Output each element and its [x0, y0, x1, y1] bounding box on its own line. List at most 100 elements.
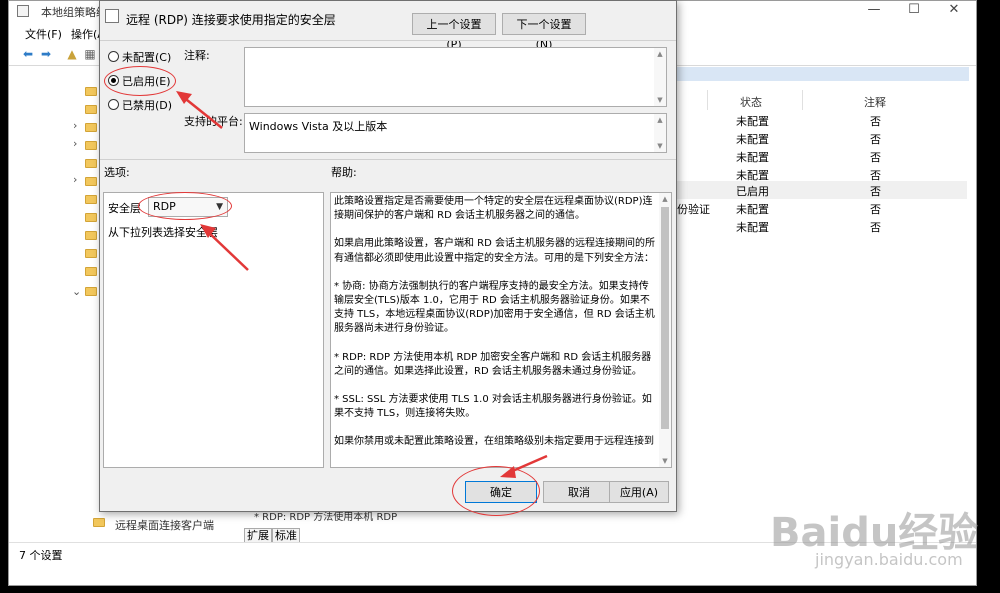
dialog-title: 远程 (RDP) 连接要求使用指定的安全层 [126, 13, 336, 27]
table-row[interactable]: 未配置 否 [677, 111, 967, 129]
help-label: 帮助: [331, 166, 357, 179]
scroll-down-icon[interactable]: ▼ [654, 94, 666, 106]
comment-scrollbar[interactable]: ▲ ▼ [654, 48, 666, 106]
previous-setting-button[interactable]: 上一个设置(P) [412, 13, 496, 51]
minimize-icon[interactable]: — [854, 1, 894, 21]
help-panel: 此策略设置指定是否需要使用一个特定的安全层在远程桌面协议(RDP)连接期间保护的… [330, 192, 672, 468]
chevron-down-icon: ▼ [216, 202, 223, 212]
apply-button[interactable]: 应用(A) [609, 481, 669, 503]
options-label: 选项: [104, 166, 130, 179]
radio-circle[interactable] [108, 99, 119, 110]
radio-circle[interactable] [108, 75, 119, 86]
table-row[interactable]: 未配置 否 [677, 217, 967, 235]
column-divider[interactable] [802, 90, 803, 110]
app-icon [17, 5, 29, 17]
cancel-button[interactable]: 取消 [543, 481, 615, 503]
row-name: 份验证 [677, 203, 710, 216]
title-divider [100, 40, 676, 41]
folder-icon[interactable] [85, 159, 97, 168]
scroll-down-icon[interactable]: ▼ [659, 455, 671, 467]
scroll-down-icon[interactable]: ▼ [654, 140, 666, 152]
folder-icon[interactable] [85, 123, 97, 132]
tree-item-remote-desktop-client[interactable]: 远程桌面连接客户端 [115, 517, 214, 533]
row-comment: 否 [870, 185, 881, 198]
back-arrow-icon[interactable]: ⬅ [21, 47, 35, 61]
radio-circle[interactable] [108, 51, 119, 62]
folder-icon[interactable] [85, 213, 97, 222]
scroll-up-icon[interactable]: ▲ [654, 48, 666, 60]
forward-arrow-icon[interactable]: ➡ [39, 47, 53, 61]
security-layer-value: RDP [153, 200, 176, 213]
scroll-up-icon[interactable]: ▲ [654, 114, 666, 126]
view-tabs: 扩展 标准 [244, 527, 300, 543]
folder-icon[interactable] [85, 249, 97, 258]
supported-platform-label: 支持的平台: [184, 115, 243, 128]
security-layer-hint: 从下拉列表选择安全层 [108, 226, 218, 239]
row-state: 未配置 [736, 151, 769, 164]
folder-icon[interactable] [85, 105, 97, 114]
folder-icon[interactable] [85, 287, 97, 296]
platform-scrollbar[interactable]: ▲ ▼ [654, 114, 666, 152]
folder-icon[interactable] [85, 177, 97, 186]
column-header-comment[interactable]: 注释 [864, 94, 886, 110]
radio-enabled[interactable]: 已启用(E) [108, 73, 171, 89]
row-state: 未配置 [736, 133, 769, 146]
section-divider [100, 159, 676, 160]
status-divider [9, 542, 976, 543]
radio-label: 已启用(E) [122, 75, 171, 88]
tab-extended[interactable]: 扩展 [244, 528, 272, 543]
tab-standard[interactable]: 标准 [272, 528, 300, 543]
policy-setting-dialog: 远程 (RDP) 连接要求使用指定的安全层 上一个设置(P) 下一个设置(N) … [99, 0, 677, 512]
chevron-right-icon[interactable]: › [73, 173, 77, 186]
help-paragraph: * SSL: SSL 方法要求使用 TLS 1.0 对会话主机服务器进行身份验证… [334, 394, 652, 420]
folder-icon[interactable] [85, 87, 97, 96]
status-bar-text: 7 个设置 [19, 549, 63, 562]
security-layer-select[interactable]: RDP ▼ [148, 197, 228, 217]
scroll-up-icon[interactable]: ▲ [659, 193, 671, 205]
radio-not-configured[interactable]: 未配置(C) [108, 49, 171, 65]
chevron-down-icon[interactable]: ⌄ [72, 285, 81, 298]
ok-button[interactable]: 确定 [465, 481, 537, 503]
row-state: 已启用 [736, 185, 769, 198]
folder-icon[interactable] [85, 231, 97, 240]
show-hide-tree-icon[interactable]: ▦ [83, 47, 97, 61]
table-row[interactable]: 份验证 未配置 否 [677, 199, 967, 217]
column-divider[interactable] [707, 90, 708, 110]
chevron-right-icon[interactable]: › [73, 119, 77, 132]
folder-icon[interactable] [85, 267, 97, 276]
row-state: 未配置 [736, 221, 769, 234]
table-row[interactable]: 未配置 否 [677, 147, 967, 165]
folder-icon[interactable] [85, 141, 97, 150]
help-paragraph: * 协商: 协商方法强制执行的客户端程序支持的最安全方法。如果支持传输层安全(T… [334, 280, 655, 335]
menu-file[interactable]: 文件(F) [25, 26, 62, 42]
radio-disabled[interactable]: 已禁用(D) [108, 97, 172, 113]
comment-label: 注释: [184, 49, 210, 62]
help-paragraph: 此策略设置指定是否需要使用一个特定的安全层在远程桌面协议(RDP)连接期间保护的… [334, 196, 653, 222]
row-comment: 否 [870, 133, 881, 146]
chevron-right-icon[interactable]: › [73, 137, 77, 150]
up-folder-icon[interactable]: ▲ [65, 47, 79, 61]
folder-icon[interactable] [85, 195, 97, 204]
radio-label: 已禁用(D) [122, 99, 173, 112]
column-header-state[interactable]: 状态 [740, 94, 762, 110]
scroll-thumb[interactable] [661, 207, 669, 429]
supported-platform-value: Windows Vista 及以上版本 [249, 120, 388, 133]
supported-platform-box: Windows Vista 及以上版本 ▲ ▼ [244, 113, 667, 153]
help-paragraph: 如果你禁用或未配置此策略设置，在组策略级别未指定要用于远程连接到 [334, 436, 654, 448]
help-paragraph: 如果启用此策略设置，客户端和 RD 会话主机服务器的远程连接期间的所有通信都必须… [334, 238, 656, 264]
folder-icon[interactable] [93, 518, 105, 527]
next-setting-button[interactable]: 下一个设置(N) [502, 13, 586, 51]
row-comment: 否 [870, 203, 881, 216]
comment-textbox[interactable]: ▲ ▼ [244, 47, 667, 107]
options-panel: 安全层 RDP ▼ 从下拉列表选择安全层 [103, 192, 324, 468]
help-paragraph: * RDP: RDP 方法使用本机 RDP 加密安全客户端和 RD 会话主机服务… [334, 351, 652, 377]
close-icon[interactable]: ✕ [934, 1, 974, 21]
editor-title: 本地组策略编 [41, 6, 107, 19]
help-scrollbar[interactable]: ▲ ▼ [659, 193, 671, 467]
table-row[interactable]: 已启用 否 [677, 181, 967, 199]
table-row[interactable]: 未配置 否 [677, 129, 967, 147]
detail-pane-header [677, 67, 969, 81]
row-comment: 否 [870, 221, 881, 234]
row-comment: 否 [870, 115, 881, 128]
maximize-icon[interactable]: ☐ [894, 1, 934, 21]
